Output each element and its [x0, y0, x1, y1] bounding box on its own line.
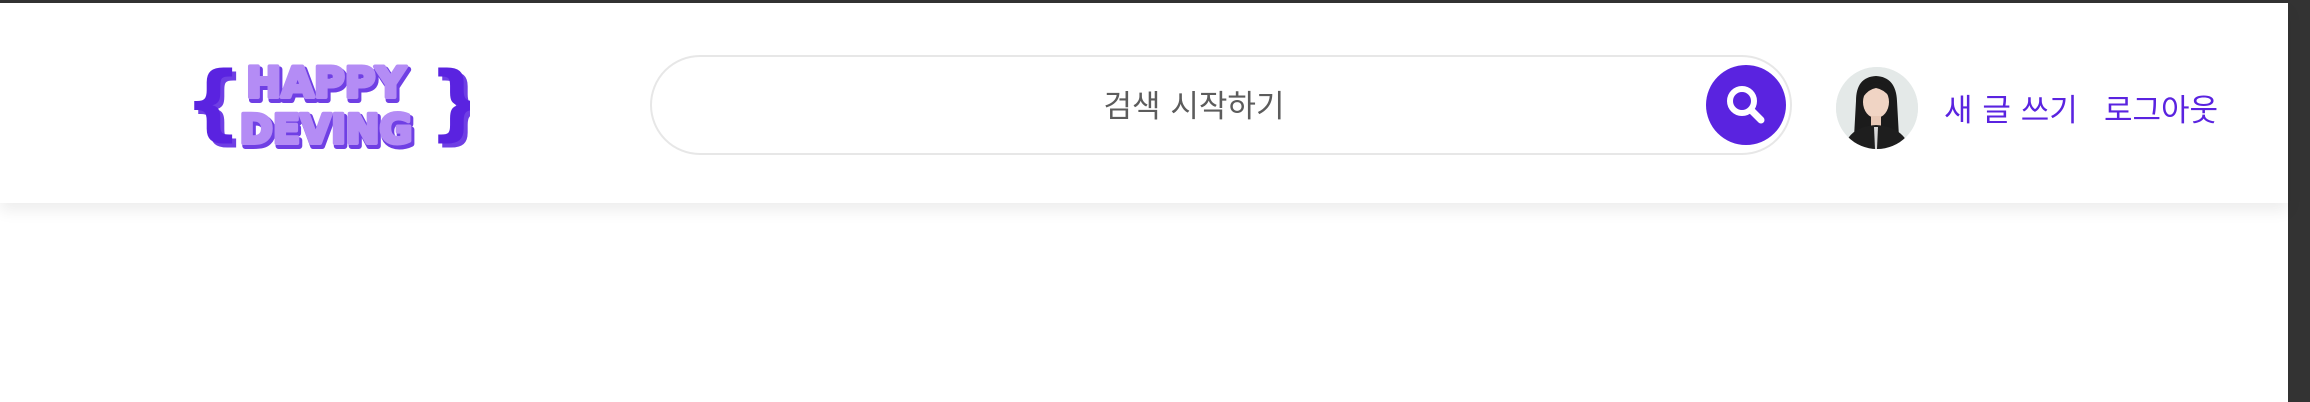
logo-deving-text: DEVING [240, 107, 413, 153]
logo-graphic: { { } } HAPPY HAPPY DEVING DEVING [184, 55, 490, 159]
search-input[interactable] [692, 75, 1696, 139]
logo-brace-left-front: { [184, 56, 242, 150]
header-bar: { { } } HAPPY HAPPY DEVING DEVING [0, 3, 2288, 203]
new-post-link[interactable]: 새 글 쓰기 [1944, 85, 2078, 130]
search-button[interactable] [1706, 65, 1786, 145]
happy-deving-logo[interactable]: { { } } HAPPY HAPPY DEVING DEVING [180, 55, 490, 159]
logo-brace-right-front: } [428, 56, 470, 150]
window-right-border [2288, 0, 2310, 402]
user-avatar-image [1836, 67, 1918, 149]
search-bar [650, 55, 1792, 155]
avatar[interactable] [1836, 67, 1918, 149]
logout-link[interactable]: 로그아웃 [2104, 85, 2218, 130]
search-icon [1727, 86, 1765, 124]
logo-happy-text: HAPPY [246, 58, 406, 107]
